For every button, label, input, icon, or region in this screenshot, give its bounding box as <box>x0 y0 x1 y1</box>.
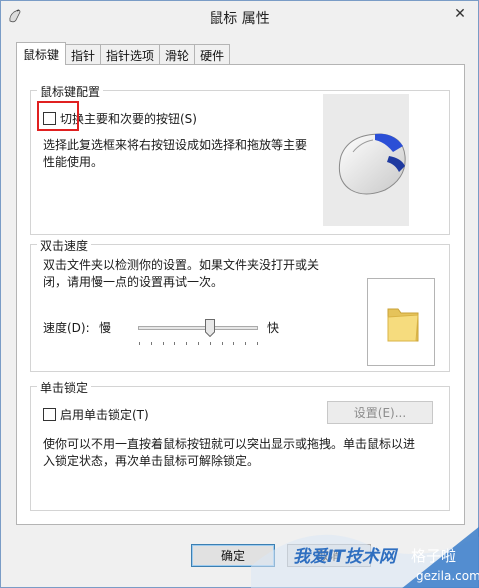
speed-slider-tick <box>163 342 164 345</box>
watermark-text-1: 我爱IT技术网 <box>293 547 396 567</box>
double-click-title: 双击速度 <box>37 237 92 254</box>
speed-slider-track[interactable] <box>138 326 258 330</box>
speed-slider-tick <box>222 342 223 345</box>
speed-slider-ticks <box>139 342 259 348</box>
tab-strip: 鼠标键 指针 指针选项 滑轮 硬件 <box>16 42 231 65</box>
speed-slider-tick <box>233 342 234 345</box>
click-lock-label[interactable]: 启用单击锁定(T) <box>60 406 149 423</box>
button-config-title: 鼠标键配置 <box>37 83 104 100</box>
title-bar: 鼠标 属性 ✕ <box>1 1 478 31</box>
speed-slider-tick <box>210 342 211 345</box>
fast-label: 快 <box>267 321 280 335</box>
highlight-box <box>37 101 79 131</box>
mouse-illustration <box>323 94 409 226</box>
speed-slider-thumb[interactable] <box>205 319 215 338</box>
switch-buttons-label[interactable]: 切换主要和次要的按钮(S) <box>60 110 197 127</box>
speed-slider-tick <box>186 342 187 345</box>
speed-slider-tick <box>139 342 140 345</box>
mouse-image-icon <box>338 133 406 195</box>
speed-slider-tick <box>174 342 175 345</box>
close-button[interactable]: ✕ <box>448 4 472 24</box>
window-title: 鼠标 属性 <box>209 11 270 27</box>
tab-buttons[interactable]: 鼠标键 <box>16 42 67 65</box>
test-folder-area[interactable] <box>367 278 435 366</box>
tab-wheel[interactable]: 滑轮 <box>159 44 196 65</box>
click-lock-description: 使你可以不用一直按着鼠标按钮就可以突出显示或拖拽。单击鼠标以进 入锁定状态，再次… <box>43 437 416 468</box>
watermark-url: gezila.com <box>416 569 479 583</box>
click-lock-title: 单击锁定 <box>37 379 92 396</box>
speed-slider-tick <box>245 342 246 345</box>
speed-slider-tick <box>257 342 258 345</box>
tab-pointers[interactable]: 指针 <box>65 44 102 65</box>
watermark: 我爱IT技术网 格子啦 gezila.com <box>251 506 479 588</box>
tab-pointer-options[interactable]: 指针选项 <box>100 44 161 65</box>
folder-icon <box>387 308 419 342</box>
speed-label: 速度(D): <box>43 321 90 335</box>
click-lock-row[interactable]: 启用单击锁定(T) <box>43 406 149 423</box>
slow-label: 慢 <box>99 321 112 335</box>
button-config-description: 选择此复选框来将右按钮设成如选择和拖放等主要 性能使用。 <box>43 138 308 169</box>
watermark-text-2: 格子啦 <box>411 547 457 565</box>
speed-slider-tick <box>198 342 199 345</box>
mouse-properties-window: 鼠标 属性 ✕ 鼠标键 指针 指针选项 滑轮 硬件 鼠标键配置 切换主要和次要的… <box>0 0 479 588</box>
double-click-description: 双击文件夹以检测你的设置。如果文件夹没打开或关 闭，请用慢一点的设置再试一次。 <box>43 258 320 289</box>
tab-hardware[interactable]: 硬件 <box>194 44 231 65</box>
speed-slider-tick <box>151 342 152 345</box>
click-lock-settings-button[interactable]: 设置(E)... <box>327 401 433 424</box>
click-lock-checkbox[interactable] <box>43 408 56 421</box>
close-icon: ✕ <box>454 6 466 22</box>
